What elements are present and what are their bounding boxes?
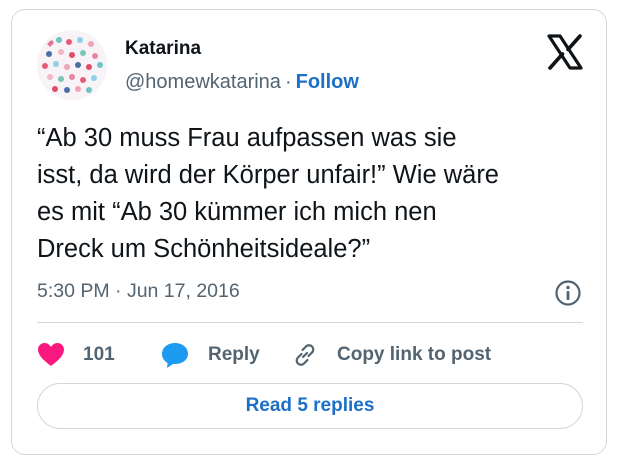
divider xyxy=(37,322,583,323)
copy-link-button[interactable]: Copy link to post xyxy=(291,340,491,370)
like-button[interactable]: 101 xyxy=(37,340,115,370)
tweet-timestamp[interactable]: 5:30 PM · Jun 17, 2016 xyxy=(37,280,240,303)
read-replies-label: Read 5 replies xyxy=(245,395,375,416)
author-handle-row: @homewkatarina · Follow xyxy=(125,71,359,94)
link-icon xyxy=(295,344,315,366)
tweet-text: “Ab 30 muss Frau aufpassen was sie isst,… xyxy=(37,124,499,263)
copy-link-label: Copy link to post xyxy=(337,344,492,365)
separator-dot: · xyxy=(284,71,292,93)
author-name[interactable]: Katarina xyxy=(125,38,201,60)
avatar-hearts-pattern xyxy=(37,30,107,100)
avatar[interactable] xyxy=(37,30,107,100)
reply-label: Reply xyxy=(208,344,260,365)
speech-bubble-icon xyxy=(162,343,188,368)
like-count: 101 xyxy=(83,344,115,365)
author-handle[interactable]: @homewkatarina xyxy=(125,71,281,93)
read-replies-button[interactable]: Read 5 replies xyxy=(37,383,583,429)
reply-button[interactable]: Reply xyxy=(160,340,260,370)
heart-icon xyxy=(38,343,64,366)
follow-link[interactable]: Follow xyxy=(296,71,359,93)
info-icon[interactable] xyxy=(553,278,583,308)
tweet-card: Katarina @homewkatarina · Follow “Ab 30 mu… xyxy=(11,9,607,455)
x-logo-icon[interactable] xyxy=(545,32,585,72)
